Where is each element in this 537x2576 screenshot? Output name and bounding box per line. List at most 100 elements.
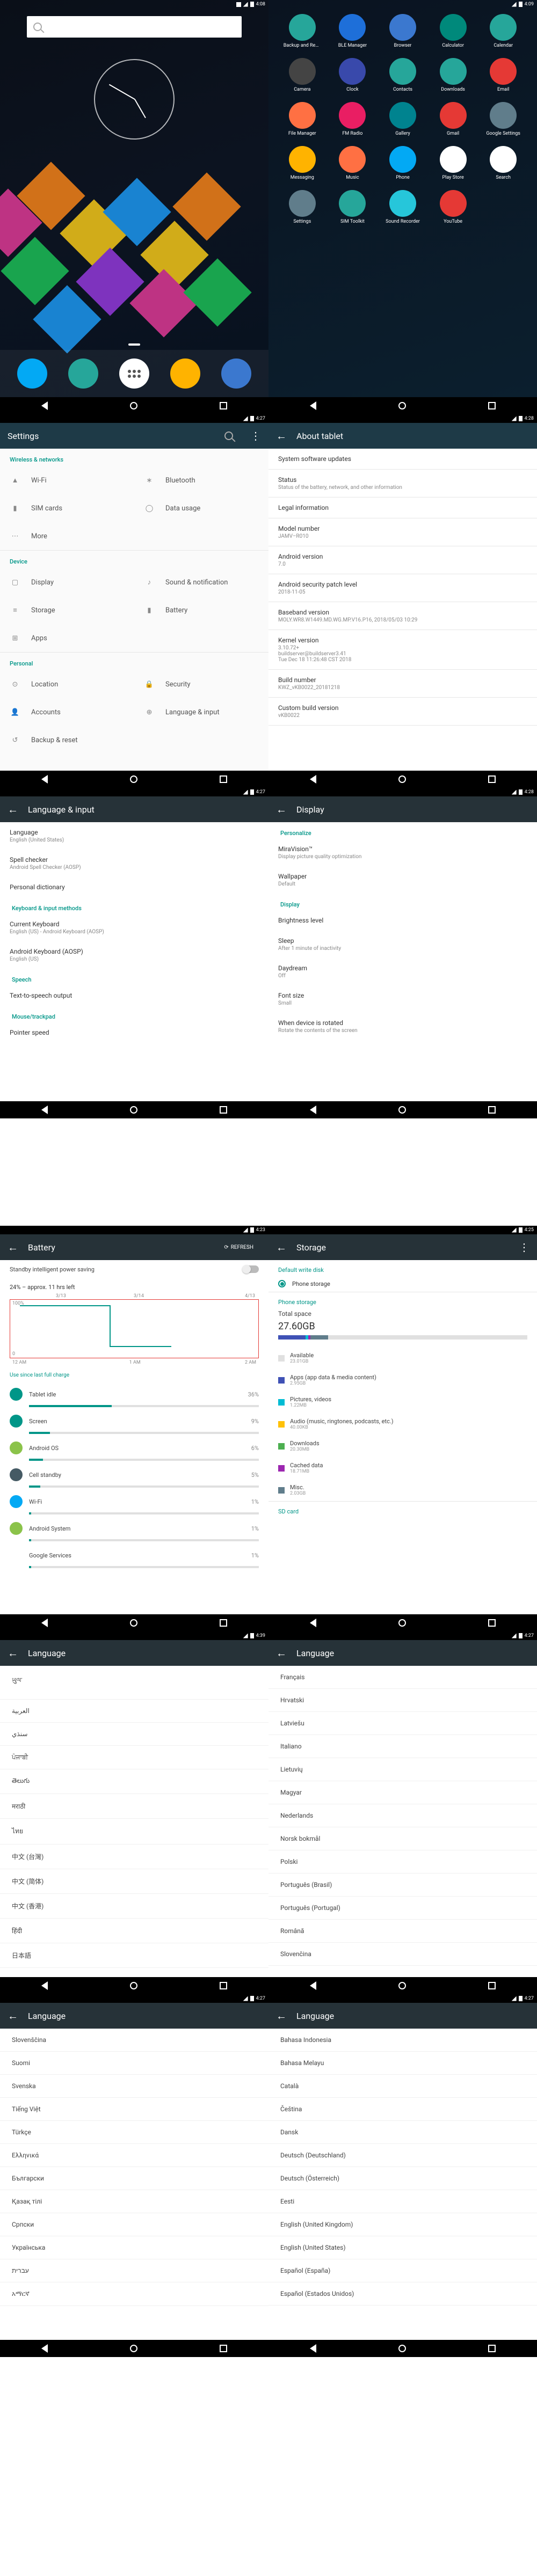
language-option[interactable]: አማርኛ bbox=[0, 2282, 268, 2306]
storage-item[interactable]: Apps (app data & media content)2.95GB bbox=[268, 1369, 537, 1391]
back-icon[interactable]: ← bbox=[8, 2009, 18, 2023]
overflow-icon[interactable]: ⋮ bbox=[519, 1241, 529, 1254]
app-messaging[interactable]: Messaging bbox=[279, 146, 325, 180]
language-option[interactable]: Polski bbox=[268, 1850, 537, 1874]
storage-item[interactable]: Downloads20.30MB bbox=[268, 1435, 537, 1457]
settings-backup[interactable]: ↺Backup & reset bbox=[0, 726, 268, 754]
settings-bluetooth[interactable]: ∗Bluetooth bbox=[134, 466, 268, 494]
pref-row[interactable]: Font sizeSmall bbox=[268, 985, 537, 1013]
language-option[interactable]: Español (España) bbox=[268, 2259, 537, 2282]
settings-battery[interactable]: ▮Battery bbox=[134, 596, 268, 624]
language-option[interactable]: Türkçe bbox=[0, 2121, 268, 2144]
about-updates[interactable]: System software updates bbox=[268, 449, 537, 469]
language-option[interactable]: English (United Kingdom) bbox=[268, 2213, 537, 2236]
language-option[interactable]: Български bbox=[0, 2167, 268, 2190]
pref-row[interactable]: Current KeyboardEnglish (US) - Android K… bbox=[0, 914, 268, 941]
back-button[interactable] bbox=[310, 401, 316, 410]
back-button[interactable] bbox=[41, 401, 48, 410]
search-bar[interactable] bbox=[27, 16, 242, 38]
storage-item[interactable]: Misc.2.03GB bbox=[268, 1479, 537, 1501]
language-option[interactable]: ਪੰਜਾਬੀ bbox=[0, 1746, 268, 1769]
language-option[interactable]: Қазақ тілі bbox=[0, 2190, 268, 2213]
about-row[interactable]: Build numberKWZ_vKB0022_20181218 bbox=[268, 670, 537, 697]
language-option[interactable]: Català bbox=[268, 2075, 537, 2098]
app-gmail[interactable]: Gmail bbox=[430, 102, 476, 136]
pref-row[interactable]: LanguageEnglish (United States) bbox=[0, 822, 268, 850]
about-row[interactable]: Android security patch level2018-11-05 bbox=[268, 574, 537, 602]
language-option[interactable]: Magyar bbox=[268, 1781, 537, 1804]
power-saving-toggle[interactable] bbox=[243, 1265, 259, 1273]
language-option[interactable]: العربية bbox=[0, 1700, 268, 1723]
language-option[interactable]: Bahasa Indonesia bbox=[268, 2029, 537, 2052]
settings-accounts[interactable]: 👤Accounts bbox=[0, 698, 134, 726]
app-fm-radio[interactable]: FM Radio bbox=[330, 102, 376, 136]
storage-item[interactable]: Cached data18.71MB bbox=[268, 1457, 537, 1479]
language-option[interactable]: తెలుగు bbox=[0, 1769, 268, 1794]
dock-contacts[interactable] bbox=[68, 358, 98, 389]
app-sound-recorder[interactable]: Sound Recorder bbox=[380, 190, 426, 224]
storage-item[interactable]: Pictures, videos1.22MB bbox=[268, 1391, 537, 1413]
app-youtube[interactable]: YouTube bbox=[430, 190, 476, 224]
app-google-settings[interactable]: Google Settings bbox=[480, 102, 526, 136]
back-icon[interactable]: ← bbox=[8, 1646, 18, 1660]
pref-row[interactable]: SleepAfter 1 minute of inactivity bbox=[268, 931, 537, 958]
storage-item[interactable]: Available23.01GB bbox=[268, 1347, 537, 1369]
home-button[interactable] bbox=[130, 402, 137, 409]
about-row[interactable]: Custom build versionvKB0022 bbox=[268, 698, 537, 725]
battery-chart[interactable]: 100% 0 3/13 3/14 4/13 12 AM 1 AM 2 AM bbox=[10, 1299, 259, 1358]
settings-sim[interactable]: ▮SIM cards bbox=[0, 494, 134, 522]
app-search[interactable]: Search bbox=[480, 146, 526, 180]
settings-location[interactable]: ⊙Location bbox=[0, 670, 134, 698]
language-option[interactable]: Čeština bbox=[268, 2098, 537, 2121]
app-play-store[interactable]: Play Store bbox=[430, 146, 476, 180]
dock-browser[interactable] bbox=[221, 358, 251, 389]
app-email[interactable]: Email bbox=[480, 58, 526, 92]
app-settings[interactable]: Settings bbox=[279, 190, 325, 224]
language-option[interactable]: Română bbox=[268, 1920, 537, 1943]
language-option[interactable]: Suomi bbox=[0, 2052, 268, 2075]
language-option[interactable]: Hrvatski bbox=[268, 1689, 537, 1712]
language-option[interactable]: 中文 (香港) bbox=[0, 1894, 268, 1919]
back-icon[interactable]: ← bbox=[276, 1646, 287, 1660]
pref-row[interactable]: DaydreamOff bbox=[268, 958, 537, 985]
battery-item[interactable]: Android System1% bbox=[0, 1518, 268, 1539]
settings-more[interactable]: ⋯More bbox=[0, 522, 268, 550]
refresh-button[interactable]: ⟳ REFRESH bbox=[216, 1245, 261, 1250]
app-downloads[interactable]: Downloads bbox=[430, 58, 476, 92]
pref-row[interactable]: Android Keyboard (AOSP)English (US) bbox=[0, 941, 268, 969]
battery-item[interactable]: Google Services1% bbox=[0, 1545, 268, 1566]
storage-item[interactable]: Audio (music, ringtones, podcasts, etc.)… bbox=[268, 1413, 537, 1435]
storage-default-radio[interactable]: Phone storage bbox=[268, 1276, 537, 1292]
app-ble-manager[interactable]: BLE Manager bbox=[330, 14, 376, 48]
language-option[interactable]: Ελληνικά bbox=[0, 2144, 268, 2167]
back-icon[interactable]: ← bbox=[8, 1241, 18, 1254]
settings-data-usage[interactable]: ◯Data usage bbox=[134, 494, 268, 522]
about-row[interactable]: Baseband versionMOLY.WR8.W1449.MD.WG.MP.… bbox=[268, 602, 537, 630]
pref-row[interactable]: WallpaperDefault bbox=[268, 866, 537, 894]
battery-item[interactable]: Wi-Fi1% bbox=[0, 1491, 268, 1512]
language-option[interactable]: Português (Brasil) bbox=[268, 1874, 537, 1897]
settings-sound[interactable]: ♪Sound & notification bbox=[134, 568, 268, 596]
language-option[interactable]: Nederlands bbox=[268, 1804, 537, 1827]
battery-item[interactable]: Screen9% bbox=[0, 1410, 268, 1432]
language-option[interactable]: Slovenščina bbox=[0, 2029, 268, 2052]
pref-row[interactable]: Pointer speed bbox=[0, 1022, 268, 1043]
battery-item[interactable]: Tablet idle36% bbox=[0, 1384, 268, 1405]
language-option[interactable]: 日本語 bbox=[0, 1943, 268, 1968]
back-icon[interactable]: ← bbox=[276, 429, 287, 443]
language-option[interactable]: Français bbox=[268, 1666, 537, 1689]
about-row[interactable]: Kernel version3.10.72+buildserver@builds… bbox=[268, 630, 537, 669]
back-icon[interactable]: ← bbox=[8, 803, 18, 816]
recents-button[interactable] bbox=[488, 402, 496, 409]
settings-wifi[interactable]: ▲Wi-Fi bbox=[0, 466, 134, 494]
language-option[interactable]: ཡུལ་ bbox=[0, 1666, 268, 1700]
settings-storage[interactable]: ≡Storage bbox=[0, 596, 134, 624]
recents-button[interactable] bbox=[220, 402, 227, 409]
back-icon[interactable]: ← bbox=[276, 803, 287, 816]
battery-item[interactable]: Cell standby5% bbox=[0, 1464, 268, 1485]
dock-phone[interactable] bbox=[17, 358, 47, 389]
language-option[interactable]: Norsk bokmål bbox=[268, 1827, 537, 1850]
language-option[interactable]: Bahasa Melayu bbox=[268, 2052, 537, 2075]
pref-row[interactable]: Personal dictionary bbox=[0, 877, 268, 897]
language-option[interactable]: मराठी bbox=[0, 1794, 268, 1819]
